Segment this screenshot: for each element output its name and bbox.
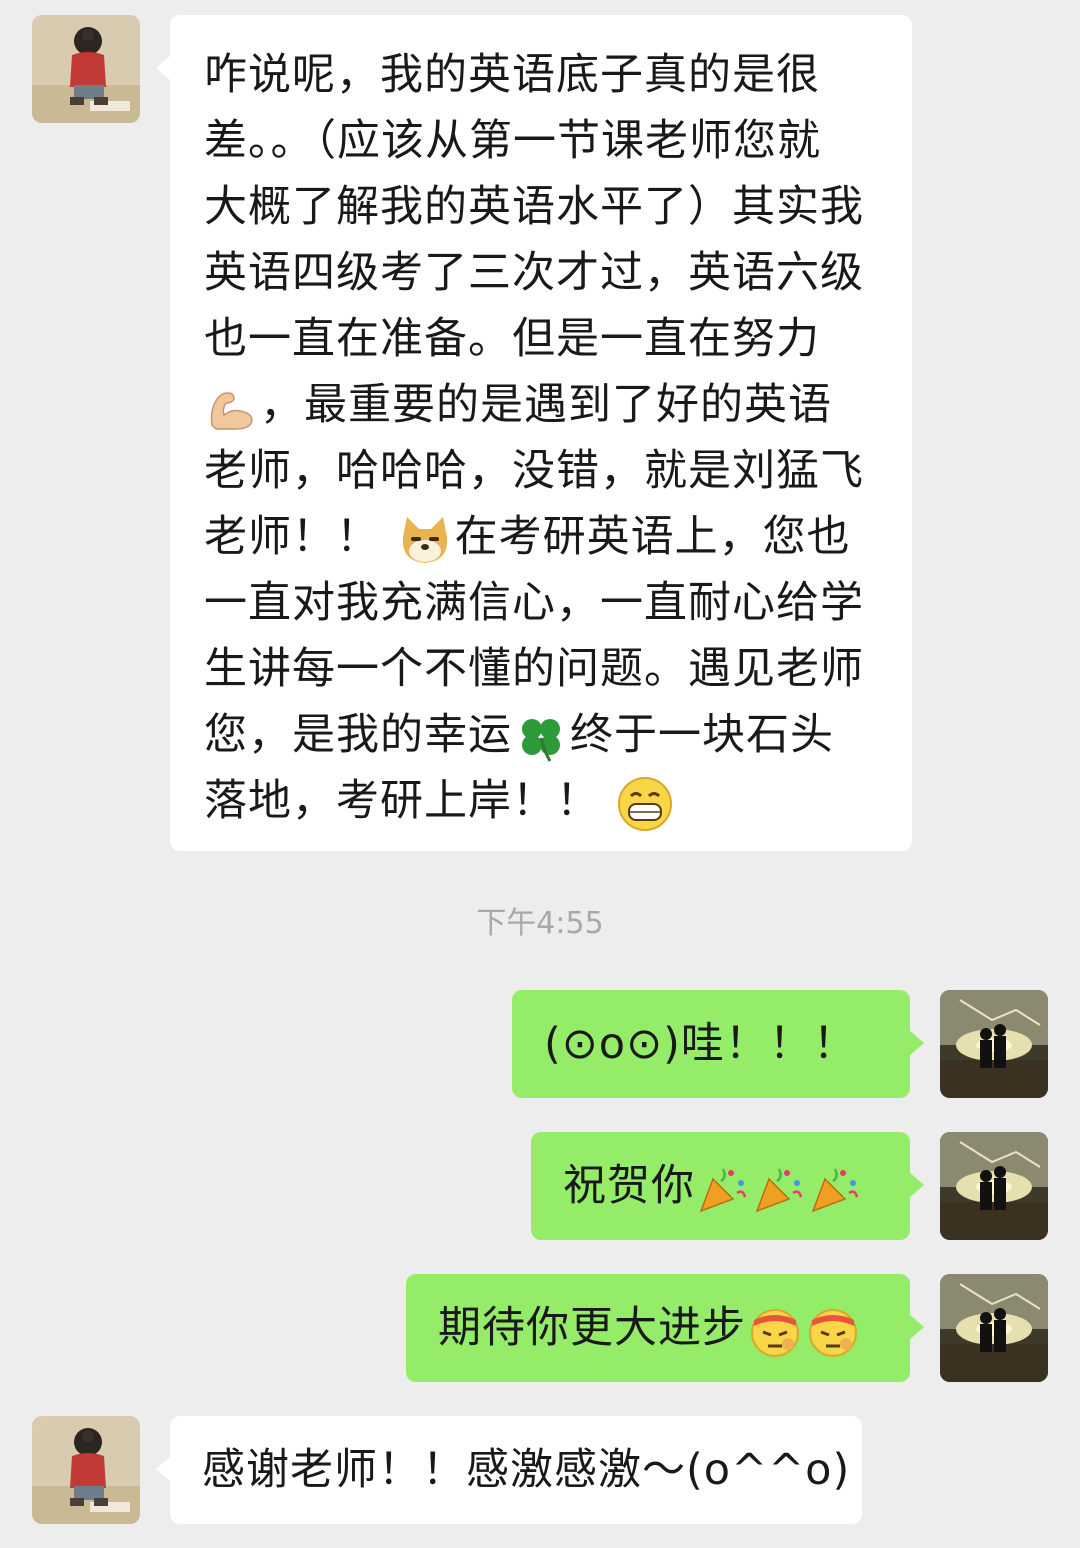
message-text: 老师！！ [204,512,380,562]
determined-face-emoji [806,1304,860,1358]
message-line: 落地，考研上岸！！ [204,768,882,834]
sent-message-bubble[interactable]: 祝贺你 [531,1132,924,1240]
sender-avatar[interactable] [32,15,140,123]
my-avatar[interactable] [940,1132,1048,1240]
sent-message-bubble[interactable]: 期待你更大进步 [406,1274,924,1382]
message-line: 一直对我充满信心，一直耐心给学 [204,578,864,628]
four-leaf-clover-emoji [514,711,568,765]
message-text: 祝贺你 [563,1161,695,1211]
grinning-face-emoji [617,776,673,832]
flexed-biceps-emoji [206,385,258,431]
message-text: 在考研英语上，您也 [454,512,851,562]
message-line: 老师，哈哈哈，没错，就是刘猛飞 [204,446,864,496]
party-popper-emoji [809,1163,861,1215]
message-line: ，最重要的是遇到了好的英语 [204,372,882,438]
my-avatar[interactable] [940,1274,1048,1382]
message-line: 也一直在准备。但是一直在努力 [204,314,820,364]
message-line: 老师！！ 在考研英语上，您也 [204,504,882,570]
message-text: 落地，考研上岸！！ [204,776,600,826]
message-text: 您，是我的幸运 [204,710,512,760]
message-text: 感谢老师！！感激感激～(o^^o) [202,1445,851,1495]
received-message-bubble[interactable]: 咋说呢，我的英语底子真的是很 差。。（应该从第一节课老师您就 大概了解我的英语水… [156,15,912,851]
party-popper-emoji [753,1163,805,1215]
party-popper-emoji [697,1163,749,1215]
message-line: 咋说呢，我的英语底子真的是很 [204,50,820,100]
received-message-bubble[interactable]: 感谢老师！！感激感激～(o^^o) [156,1416,862,1524]
message-line: 英语四级考了三次才过，英语六级 [204,248,864,298]
doge-emoji [397,513,453,567]
my-avatar[interactable] [940,990,1048,1098]
message-timestamp: 下午4:55 [476,906,604,941]
message-line: 您，是我的幸运 终于一块石头 [204,702,882,768]
message-text: (⊙o⊙)哇！！！ [544,1019,857,1069]
message-text: 期待你更大进步 [438,1303,746,1353]
message-text: 终于一块石头 [570,710,834,760]
message-line: 大概了解我的英语水平了）其实我 [204,182,864,232]
message-line: 生讲每一个不懂的问题。遇见老师 [204,644,864,694]
message-line: 差。。（应该从第一节课老师您就 [204,116,821,166]
sent-message-bubble[interactable]: (⊙o⊙)哇！！！ [512,990,924,1098]
message-text: ，最重要的是遇到了好的英语 [260,380,832,430]
determined-face-emoji [748,1304,802,1358]
sender-avatar[interactable] [32,1416,140,1524]
